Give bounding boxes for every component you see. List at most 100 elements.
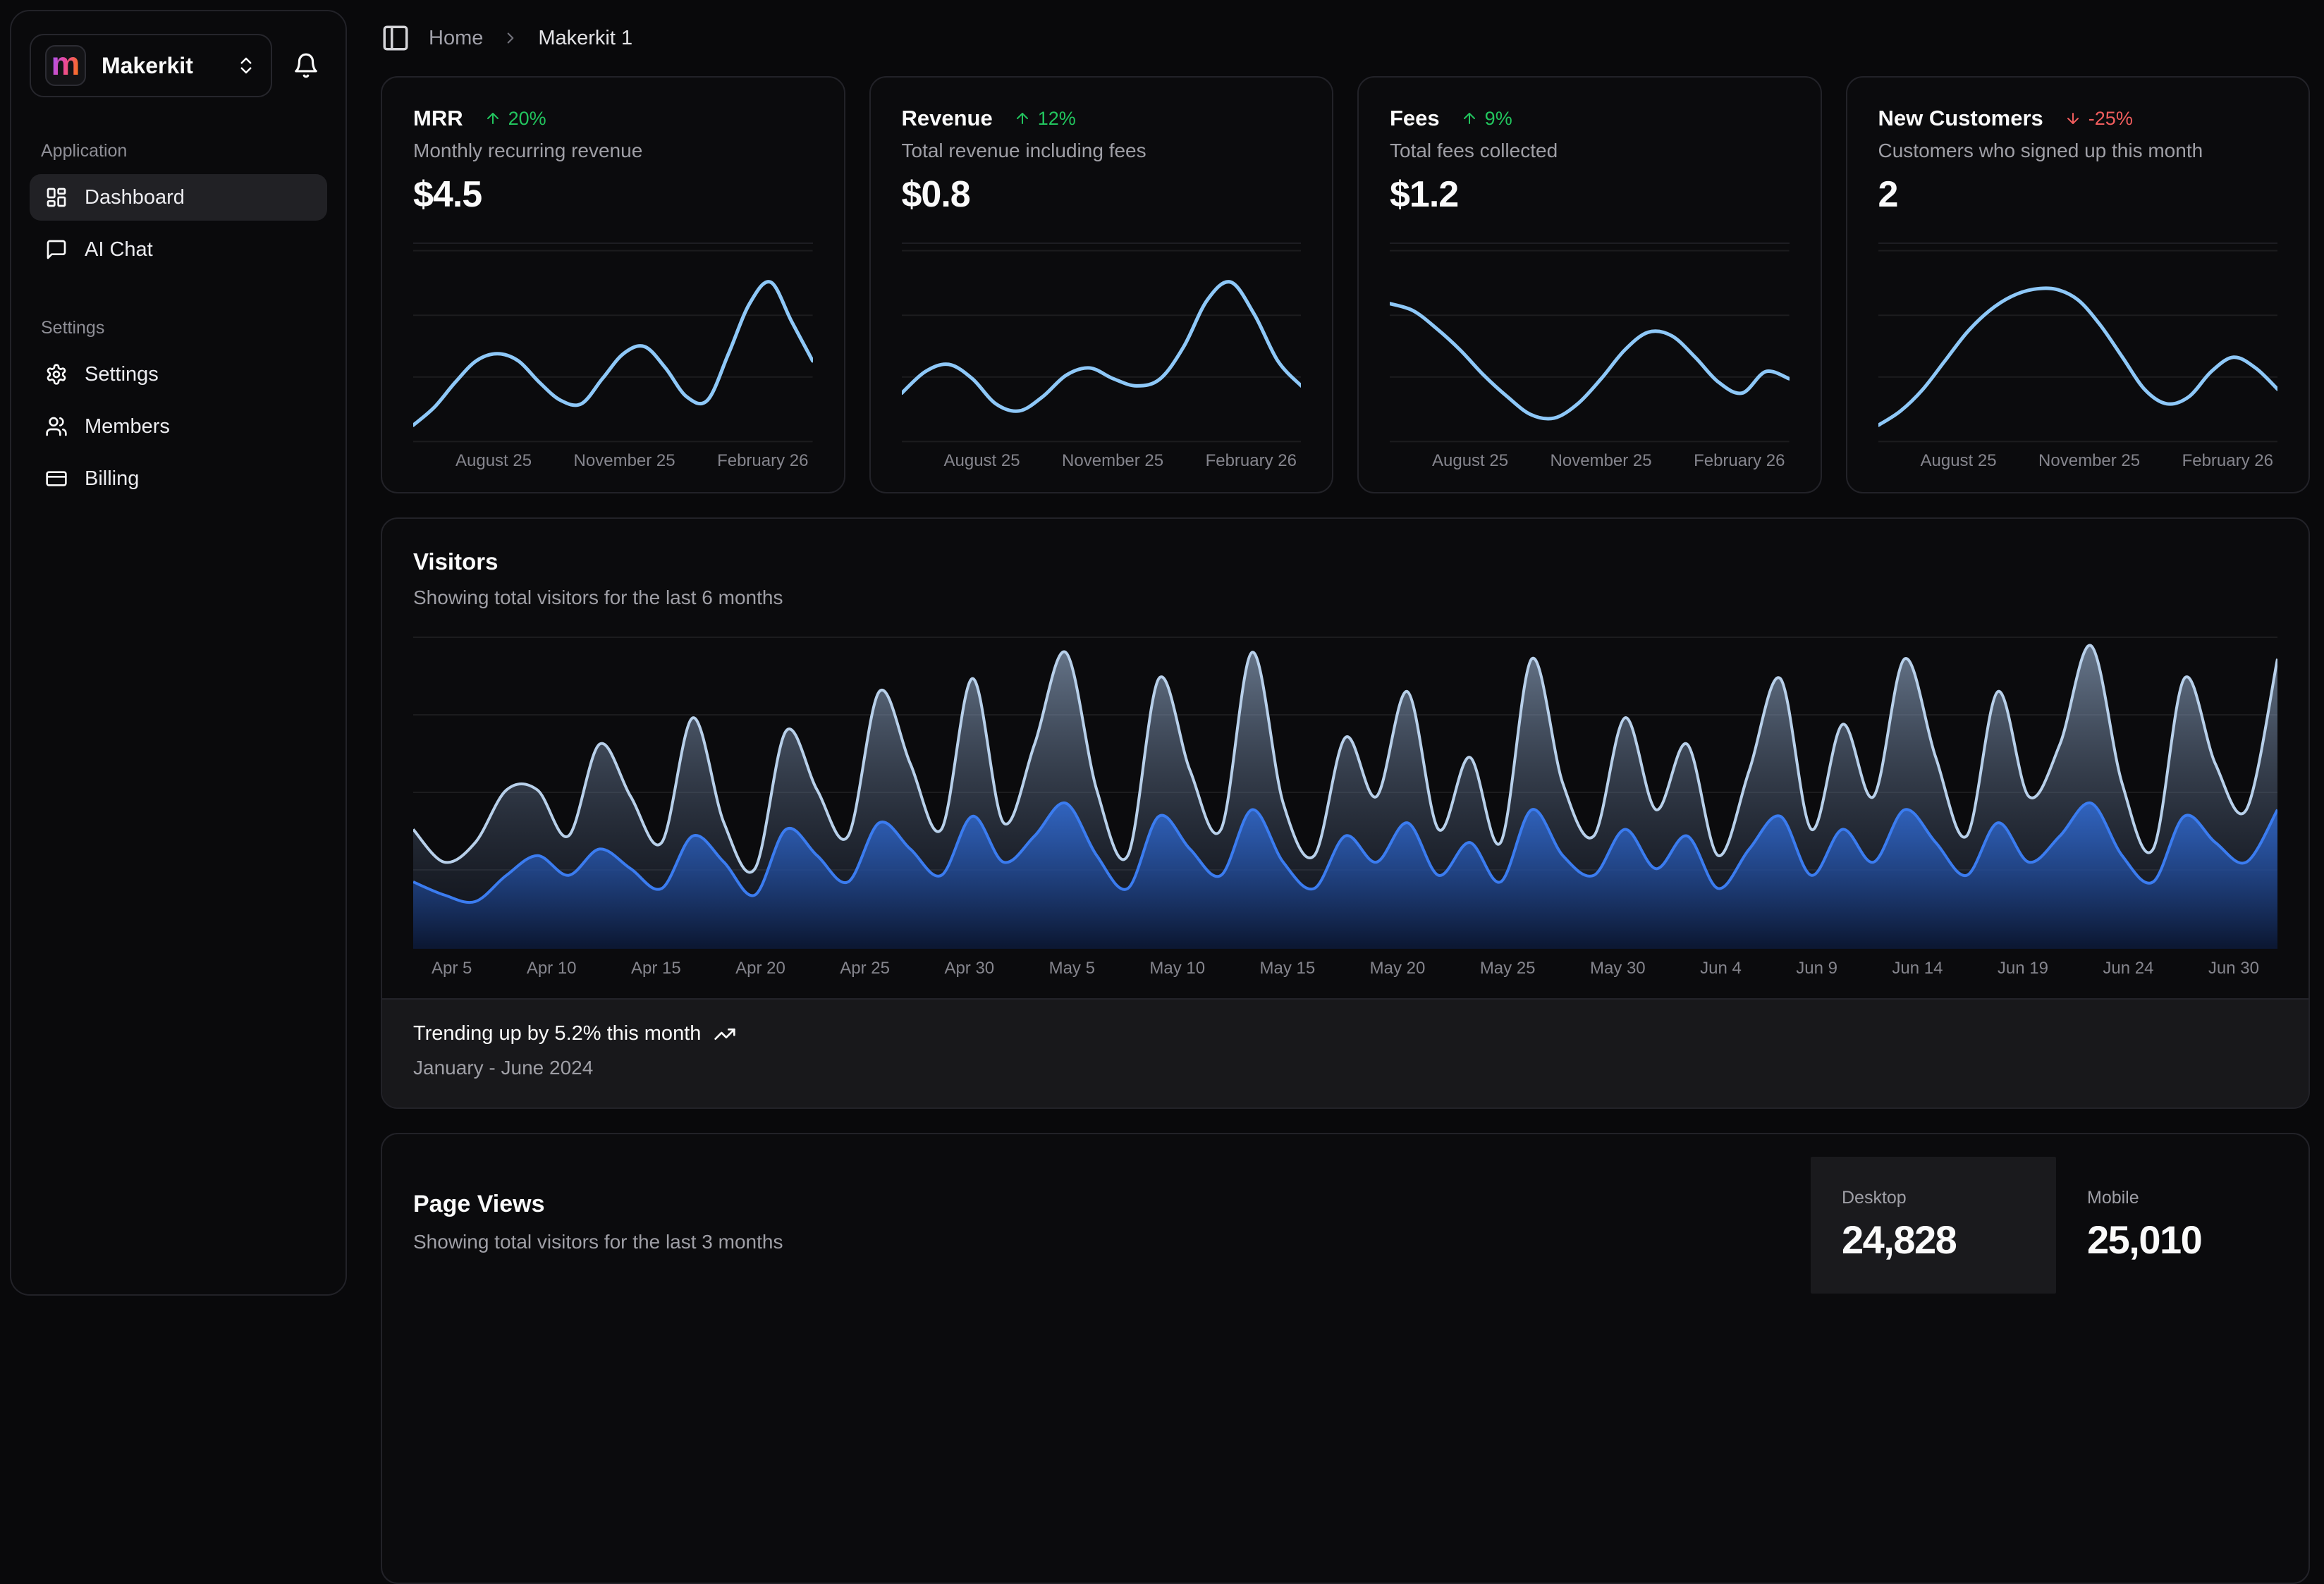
sidebar-header: m Makerkit bbox=[30, 34, 327, 97]
stat-cards-row: MRR 20% Monthly recurring revenue $4.5 A… bbox=[381, 76, 2310, 493]
trending-up-icon bbox=[714, 1023, 736, 1045]
breadcrumb: Home Makerkit 1 bbox=[381, 0, 2310, 73]
axis-label: May 10 bbox=[1149, 959, 1205, 978]
stat-card-revenue: Revenue 12% Total revenue including fees… bbox=[869, 76, 1334, 493]
axis-label: August 25 bbox=[455, 451, 532, 471]
stat-card-new-customers: New Customers -25% Customers who signed … bbox=[1846, 76, 2311, 493]
card-subtitle: Customers who signed up this month bbox=[1878, 140, 2278, 162]
axis-label: Apr 20 bbox=[735, 959, 785, 978]
sidebar-item-ai-chat[interactable]: AI Chat bbox=[30, 226, 327, 273]
axis-label: November 25 bbox=[2038, 451, 2140, 471]
sparkline-axis: August 25November 25February 26 bbox=[1390, 446, 1790, 471]
sparkline-chart bbox=[1390, 247, 1790, 446]
mobile-label: Mobile bbox=[2087, 1188, 2270, 1208]
axis-label: November 25 bbox=[574, 451, 675, 471]
trend-badge: 12% bbox=[1014, 108, 1076, 130]
visitors-card: Visitors Showing total visitors for the … bbox=[381, 517, 2310, 1109]
visitors-subtitle: Showing total visitors for the last 6 mo… bbox=[413, 587, 2277, 609]
chevron-right-icon bbox=[501, 29, 520, 47]
sidebar-item-settings[interactable]: Settings bbox=[30, 351, 327, 398]
chevrons-up-down-icon bbox=[236, 55, 257, 76]
sparkline-chart bbox=[413, 247, 813, 446]
axis-label: February 26 bbox=[717, 451, 808, 471]
arrow-down-icon bbox=[2065, 110, 2081, 127]
workspace-selector[interactable]: m Makerkit bbox=[30, 34, 272, 97]
arrow-up-icon bbox=[1461, 110, 1478, 127]
visitors-trend-text: Trending up by 5.2% this month bbox=[413, 1022, 701, 1045]
axis-label: February 26 bbox=[2182, 451, 2273, 471]
section-label-settings: Settings bbox=[41, 318, 327, 338]
sparkline-chart bbox=[902, 247, 1302, 446]
desktop-toggle[interactable]: Desktop 24,828 bbox=[1811, 1157, 2056, 1294]
divider bbox=[902, 242, 1302, 244]
mobile-toggle[interactable]: Mobile 25,010 bbox=[2056, 1157, 2301, 1294]
trend-badge: 20% bbox=[484, 108, 546, 130]
axis-label: May 30 bbox=[1590, 959, 1646, 978]
sidebar-item-members[interactable]: Members bbox=[30, 403, 327, 450]
axis-label: May 15 bbox=[1260, 959, 1316, 978]
mobile-value: 25,010 bbox=[2087, 1217, 2270, 1263]
axis-label: Jun 24 bbox=[2103, 959, 2153, 978]
page-views-subtitle: Showing total visitors for the last 3 mo… bbox=[413, 1231, 1780, 1253]
arrow-up-icon bbox=[484, 110, 501, 127]
stat-card-fees: Fees 9% Total fees collected $1.2 August… bbox=[1357, 76, 1822, 493]
axis-label: Jun 19 bbox=[1998, 959, 2048, 978]
page-views-toggles: Desktop 24,828 Mobile 25,010 bbox=[1811, 1134, 2308, 1583]
notifications-button[interactable] bbox=[285, 44, 327, 87]
brand-name: Makerkit bbox=[102, 53, 193, 79]
axis-label: Jun 4 bbox=[1700, 959, 1742, 978]
axis-label: Apr 10 bbox=[527, 959, 577, 978]
sidebar: m Makerkit Application Dashboard AI Chat… bbox=[10, 10, 347, 1296]
sidebar-item-label: Members bbox=[85, 415, 170, 438]
card-title: MRR bbox=[413, 106, 463, 131]
sidebar-item-billing[interactable]: Billing bbox=[30, 455, 327, 502]
visitors-footer: Trending up by 5.2% this month January -… bbox=[382, 998, 2308, 1107]
axis-label: August 25 bbox=[1921, 451, 1997, 471]
sparkline-axis: August 25 November 25 February 26 bbox=[413, 446, 813, 471]
sidebar-item-dashboard[interactable]: Dashboard bbox=[30, 174, 327, 221]
visitors-date-range: January - June 2024 bbox=[413, 1057, 2277, 1079]
axis-label: Apr 25 bbox=[840, 959, 890, 978]
sidebar-toggle-button[interactable] bbox=[381, 23, 410, 53]
sidebar-item-label: Billing bbox=[85, 467, 139, 491]
axis-label: May 5 bbox=[1049, 959, 1095, 978]
sparkline-chart bbox=[1878, 247, 2278, 446]
dashboard-icon bbox=[45, 186, 68, 209]
axis-label: Apr 15 bbox=[631, 959, 681, 978]
card-title: New Customers bbox=[1878, 106, 2043, 131]
page-views-card: Page Views Showing total visitors for th… bbox=[381, 1133, 2310, 1584]
axis-label: November 25 bbox=[1551, 451, 1652, 471]
axis-label: August 25 bbox=[1432, 451, 1508, 471]
visitors-title: Visitors bbox=[413, 548, 2277, 575]
axis-label: May 25 bbox=[1480, 959, 1536, 978]
users-icon bbox=[45, 415, 68, 438]
arrow-up-icon bbox=[1014, 110, 1031, 127]
axis-label: Jun 14 bbox=[1892, 959, 1943, 978]
visitors-area-chart bbox=[413, 636, 2277, 949]
sidebar-item-label: Dashboard bbox=[85, 186, 185, 209]
main-content: Home Makerkit 1 MRR 20% Monthly recurrin… bbox=[381, 0, 2310, 1306]
bell-icon bbox=[293, 52, 319, 79]
makerkit-logo: m bbox=[45, 45, 86, 86]
axis-label: August 25 bbox=[944, 451, 1020, 471]
sidebar-item-label: AI Chat bbox=[85, 238, 153, 262]
axis-label: February 26 bbox=[1206, 451, 1297, 471]
card-value: $0.8 bbox=[902, 173, 1302, 216]
divider bbox=[1878, 242, 2278, 244]
sidebar-item-label: Settings bbox=[85, 363, 159, 386]
card-subtitle: Total fees collected bbox=[1390, 140, 1790, 162]
card-title: Fees bbox=[1390, 106, 1440, 131]
breadcrumb-home[interactable]: Home bbox=[429, 27, 483, 50]
desktop-value: 24,828 bbox=[1842, 1217, 2025, 1263]
sparkline-axis: August 25 November 25 February 26 bbox=[902, 446, 1302, 471]
divider bbox=[1390, 242, 1790, 244]
chat-icon bbox=[45, 238, 68, 261]
section-label-application: Application bbox=[41, 141, 327, 161]
card-title: Revenue bbox=[902, 106, 993, 131]
desktop-label: Desktop bbox=[1842, 1188, 2025, 1208]
credit-card-icon bbox=[45, 467, 68, 490]
card-subtitle: Total revenue including fees bbox=[902, 140, 1302, 162]
axis-label: November 25 bbox=[1062, 451, 1163, 471]
card-value: $4.5 bbox=[413, 173, 813, 216]
sparkline-axis: August 25 November 25 February 26 bbox=[1878, 446, 2278, 471]
